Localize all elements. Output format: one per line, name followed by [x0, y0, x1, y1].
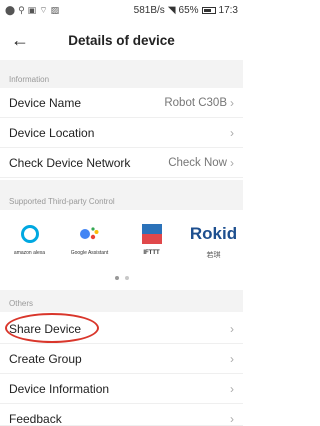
- status-bar: ⬤ ⚲ ▣ ⌔ ▨ 581B/s ◥ 65% 17:3: [0, 0, 243, 20]
- alexa-item[interactable]: amazon alexa: [2, 210, 57, 270]
- page-dot[interactable]: [124, 276, 129, 280]
- page-dot-active[interactable]: [114, 276, 119, 280]
- device-information-row[interactable]: Device Information ›: [0, 374, 243, 404]
- create-group-label: Create Group: [9, 351, 82, 366]
- signal-icon: ◥: [167, 4, 176, 16]
- ifttt-icon: [141, 222, 162, 246]
- network-speed: 581B/s: [133, 4, 165, 16]
- nav-bar: ← Details of device: [0, 20, 243, 60]
- wifi-icon: ⌔: [39, 4, 48, 15]
- rokid-caption: 若琪: [206, 252, 221, 259]
- battery-percent: 65%: [178, 4, 199, 16]
- ifttt-item[interactable]: IFTTT: [124, 210, 179, 270]
- feedback-label: Feedback: [9, 412, 62, 426]
- gallery-icon: ▨: [50, 4, 60, 15]
- feedback-row[interactable]: Feedback ›: [0, 404, 243, 426]
- chevron-right-icon: ›: [230, 155, 234, 170]
- battery-icon: [201, 6, 216, 14]
- section-header-others: Others: [0, 290, 243, 312]
- status-icons-left: ⬤ ⚲ ▣ ⌔ ▨: [5, 5, 59, 16]
- create-group-row[interactable]: Create Group ›: [0, 344, 243, 374]
- rokid-item[interactable]: Rokid 若琪: [186, 210, 241, 270]
- notification-icon: ⬤: [5, 4, 16, 15]
- chevron-right-icon: ›: [230, 412, 234, 426]
- check-network-label: Check Device Network: [9, 155, 131, 170]
- check-now-value: Check Now: [168, 156, 227, 169]
- device-information-label: Device Information: [9, 381, 110, 396]
- chevron-right-icon: ›: [230, 321, 234, 336]
- rokid-icon: Rokid: [189, 224, 238, 243]
- third-party-carousel: amazon alexa Google Assistant IFTTT Roki…: [0, 210, 243, 290]
- chevron-right-icon: ›: [230, 95, 234, 110]
- share-device-label: Share Device: [9, 321, 82, 336]
- device-location-row[interactable]: Device Location ›: [0, 118, 243, 148]
- google-assistant-caption: Google Assistant: [70, 250, 109, 256]
- ifttt-caption: IFTTT: [143, 250, 160, 256]
- page-title: Details of device: [68, 32, 175, 48]
- google-assistant-item[interactable]: Google Assistant: [62, 210, 117, 270]
- device-name-label: Device Name: [9, 95, 82, 110]
- app-icon: ▣: [27, 4, 37, 15]
- alexa-icon: [20, 222, 40, 246]
- status-icons-right: 581B/s ◥ 65% 17:3: [134, 5, 238, 16]
- google-assistant-icon: [79, 222, 101, 246]
- chevron-right-icon: ›: [230, 351, 234, 366]
- back-button[interactable]: ←: [8, 28, 32, 52]
- check-network-row[interactable]: Check Device Network Check Now ›: [0, 148, 243, 178]
- back-arrow-icon: ←: [11, 29, 29, 50]
- share-device-row[interactable]: Share Device ›: [0, 314, 243, 344]
- section-header-third-party: Supported Third-party Control: [0, 180, 243, 210]
- device-name-value: Robot C30B: [164, 96, 227, 109]
- chevron-right-icon: ›: [230, 125, 234, 140]
- alexa-caption: amazon alexa: [13, 250, 46, 256]
- page-indicator: [0, 276, 243, 280]
- clock: 17:3: [218, 4, 238, 16]
- chevron-right-icon: ›: [230, 381, 234, 396]
- device-location-label: Device Location: [9, 125, 95, 140]
- location-icon: ⚲: [18, 4, 25, 15]
- device-name-row[interactable]: Device Name Robot C30B ›: [0, 88, 243, 118]
- section-header-information: Information: [0, 60, 243, 88]
